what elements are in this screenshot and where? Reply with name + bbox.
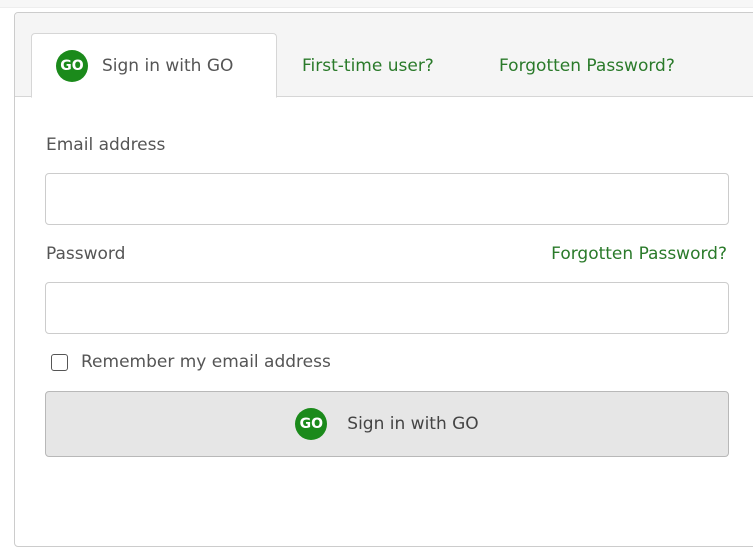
sign-in-button[interactable]: GO Sign in with GO bbox=[45, 391, 729, 457]
top-strip bbox=[0, 0, 753, 8]
tab-sign-in[interactable]: GO Sign in with GO bbox=[31, 33, 277, 98]
tab-first-time-user[interactable]: First-time user? bbox=[302, 33, 434, 98]
sign-in-button-label: Sign in with GO bbox=[347, 414, 479, 434]
remember-label: Remember my email address bbox=[81, 352, 331, 372]
email-field[interactable] bbox=[45, 173, 729, 225]
email-label: Email address bbox=[46, 135, 166, 155]
tab-sign-in-label: Sign in with GO bbox=[102, 55, 234, 76]
remember-email-option[interactable]: Remember my email address bbox=[51, 352, 331, 372]
remember-checkbox[interactable] bbox=[51, 353, 68, 371]
go-logo-icon: GO bbox=[56, 49, 88, 82]
password-label: Password bbox=[46, 244, 126, 264]
forgot-password-link[interactable]: Forgotten Password? bbox=[551, 244, 727, 264]
tab-bar: GO Sign in with GO First-time user? Forg… bbox=[15, 13, 753, 98]
tab-forgotten-password[interactable]: Forgotten Password? bbox=[499, 33, 675, 98]
go-logo-icon: GO bbox=[295, 408, 328, 440]
password-field[interactable] bbox=[45, 282, 729, 334]
login-panel: GO Sign in with GO First-time user? Forg… bbox=[14, 12, 753, 547]
